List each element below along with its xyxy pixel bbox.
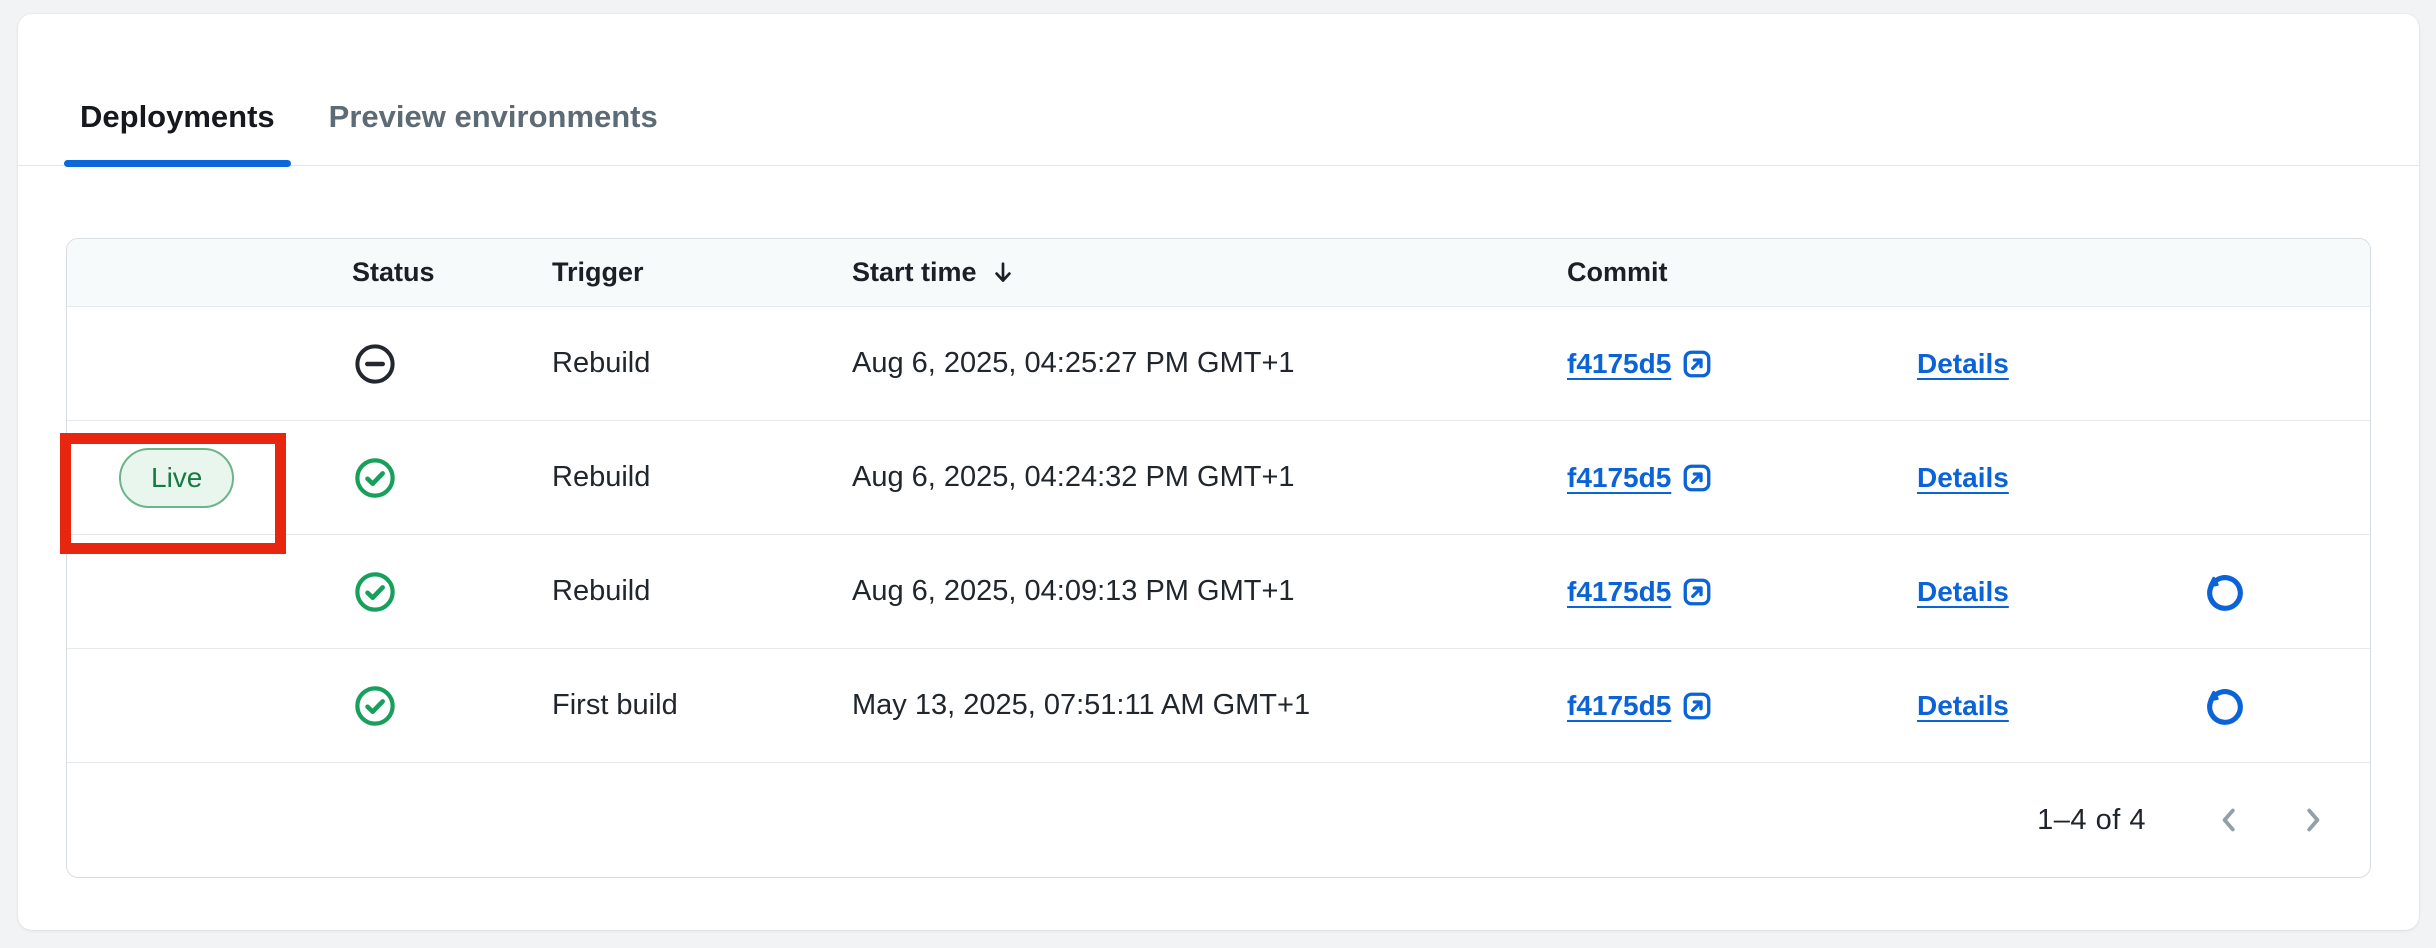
retry-build-button[interactable] [2202, 569, 2248, 615]
pagination-prev-button[interactable] [2204, 795, 2254, 845]
external-link-icon [1681, 462, 1713, 494]
trigger-value: Rebuild [552, 347, 650, 380]
commit-link[interactable]: f4175d5 [1567, 462, 1713, 494]
header-start-time-label: Start time [852, 257, 977, 288]
minus-circle-icon [352, 341, 398, 387]
pagination-next-button[interactable] [2288, 795, 2338, 845]
external-link-icon [1681, 690, 1713, 722]
commit-hash: f4175d5 [1567, 348, 1671, 380]
table-row: Rebuild Aug 6, 2025, 04:09:13 PM GMT+1 f… [67, 534, 2370, 648]
header-trigger-label: Trigger [552, 257, 644, 288]
table-header-row: Status Trigger Start time Commit [67, 239, 2370, 306]
check-circle-icon [352, 569, 398, 615]
pagination-bar: 1–4 of 4 [67, 762, 2370, 877]
arrow-down-icon [989, 259, 1017, 287]
external-link-icon [1681, 348, 1713, 380]
header-cell-commit: Commit [1567, 257, 1917, 288]
start-time-value: Aug 6, 2025, 04:09:13 PM GMT+1 [852, 575, 1295, 608]
commit-hash: f4175d5 [1567, 576, 1671, 608]
commit-link[interactable]: f4175d5 [1567, 348, 1713, 380]
chevron-left-icon [2210, 801, 2248, 839]
tab-preview-environments[interactable]: Preview environments [313, 99, 674, 165]
commit-link[interactable]: f4175d5 [1567, 690, 1713, 722]
trigger-value: First build [552, 689, 678, 722]
retry-ccw-icon [2202, 569, 2248, 615]
start-time-value: Aug 6, 2025, 04:25:27 PM GMT+1 [852, 347, 1295, 380]
table-row: First build May 13, 2025, 07:51:11 AM GM… [67, 648, 2370, 762]
deployments-card: Deployments Preview environments Status … [18, 14, 2419, 930]
check-circle-icon [352, 683, 398, 729]
tab-bar: Deployments Preview environments [18, 14, 2419, 166]
header-cell-start-time[interactable]: Start time [852, 257, 1567, 288]
details-link[interactable]: Details [1917, 348, 2009, 380]
check-circle-icon [352, 455, 398, 501]
header-commit-label: Commit [1567, 257, 1668, 288]
start-time-value: May 13, 2025, 07:51:11 AM GMT+1 [852, 689, 1310, 722]
commit-hash: f4175d5 [1567, 690, 1671, 722]
deployments-table: Status Trigger Start time Commit Rebuild… [66, 238, 2371, 878]
tab-deployments[interactable]: Deployments [64, 99, 291, 165]
header-cell-trigger: Trigger [552, 257, 852, 288]
retry-build-button[interactable] [2202, 683, 2248, 729]
start-time-value: Aug 6, 2025, 04:24:32 PM GMT+1 [852, 461, 1295, 494]
header-cell-status: Status [352, 257, 552, 288]
details-link[interactable]: Details [1917, 462, 2009, 494]
trigger-value: Rebuild [552, 461, 650, 494]
details-link[interactable]: Details [1917, 576, 2009, 608]
external-link-icon [1681, 576, 1713, 608]
table-row: Live Rebuild Aug 6, 2025, 04:24:32 PM GM… [67, 420, 2370, 534]
header-status-label: Status [352, 257, 435, 288]
details-link[interactable]: Details [1917, 690, 2009, 722]
commit-link[interactable]: f4175d5 [1567, 576, 1713, 608]
table-row: Rebuild Aug 6, 2025, 04:25:27 PM GMT+1 f… [67, 306, 2370, 420]
retry-ccw-icon [2202, 683, 2248, 729]
live-badge: Live [119, 448, 234, 508]
commit-hash: f4175d5 [1567, 462, 1671, 494]
chevron-right-icon [2294, 801, 2332, 839]
trigger-value: Rebuild [552, 575, 650, 608]
pagination-range-label: 1–4 of 4 [2037, 804, 2146, 837]
